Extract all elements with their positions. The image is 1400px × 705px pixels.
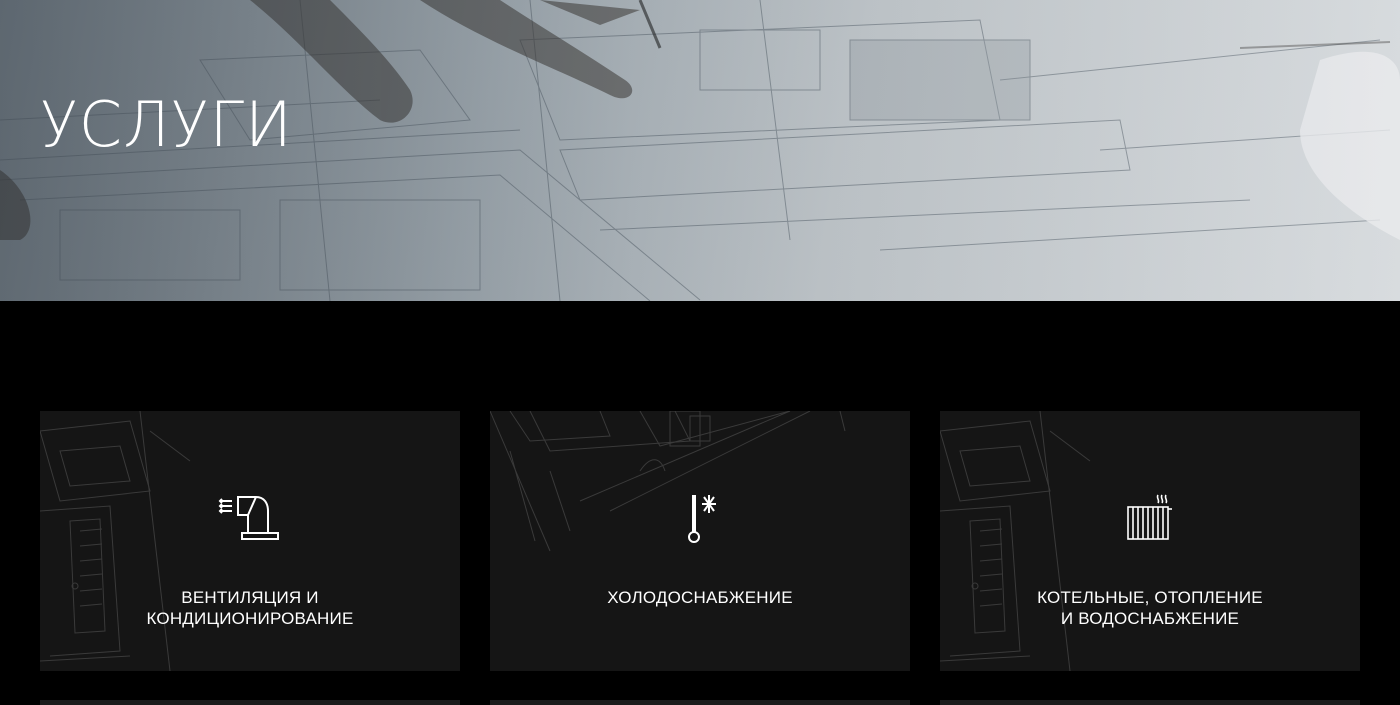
service-card-heating[interactable]: КОТЕЛЬНЫЕ, ОТОПЛЕНИЕ И ВОДОСНАБЖЕНИЕ (940, 411, 1360, 671)
service-card-label: ВЕНТИЛЯЦИЯ И КОНДИЦИОНИРОВАНИЕ (146, 588, 354, 628)
radiator-icon (1127, 494, 1172, 540)
service-card-partial[interactable] (940, 700, 1360, 705)
ventilation-duct-icon (218, 496, 279, 540)
service-card-refrigeration[interactable]: ХОЛОДОСНАБЖЕНИЕ (490, 411, 910, 671)
hero-banner: УСЛУГИ (0, 0, 1400, 301)
thermometer-snowflake-icon (688, 495, 716, 543)
page-title: УСЛУГИ (40, 88, 293, 161)
service-card-partial[interactable] (40, 700, 460, 705)
service-card-ventilation[interactable]: ВЕНТИЛЯЦИЯ И КОНДИЦИОНИРОВАНИЕ (40, 411, 460, 671)
service-card-partial[interactable] (490, 700, 910, 705)
service-card-label: ХОЛОДОСНАБЖЕНИЕ (607, 588, 793, 607)
service-card-label: КОТЕЛЬНЫЕ, ОТОПЛЕНИЕ И ВОДОСНАБЖЕНИЕ (1037, 588, 1263, 628)
